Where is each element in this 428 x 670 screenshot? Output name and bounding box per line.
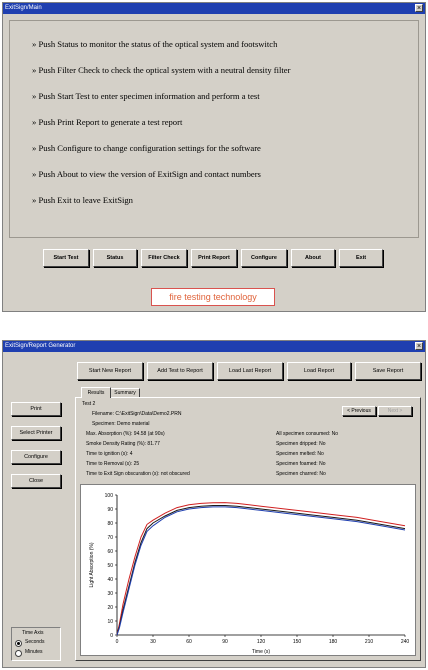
start-test-button[interactable]: Start Test	[43, 249, 89, 267]
x-tick-label: 90	[222, 639, 228, 645]
previous-button[interactable]: < Previous	[342, 406, 376, 416]
minutes-radio[interactable]	[15, 650, 22, 657]
charred-text: Specimen charred: No	[276, 471, 326, 477]
time-axis-title: Time Axis	[22, 630, 44, 636]
start-new-report-button[interactable]: Start New Report	[77, 362, 143, 380]
absorption-chart: 0 10 20 30 40 50 60 70 80 90 100 0 30 60 90 120 150 180 21…	[89, 493, 410, 655]
tab-summary-label: Summary	[114, 390, 136, 396]
tab-results-label: Results	[87, 390, 105, 396]
main-window-title: ExitSign/Main	[5, 5, 42, 11]
brand-text: fire testing technology	[169, 292, 257, 302]
select-printer-button[interactable]: Select Printer	[11, 426, 61, 440]
instruction-print-report: » Push Print Report to generate a test r…	[32, 117, 183, 127]
time-axis-minutes[interactable]: Minutes	[15, 649, 59, 657]
chart-frame: 0 10 20 30 40 50 60 70 80 90 100 0 30 60 90 120 150 180 21…	[80, 484, 416, 656]
configure-report-button[interactable]: Configure	[11, 450, 61, 464]
time-axis-seconds[interactable]: Seconds	[15, 639, 59, 647]
specimen-text: Specimen: Demo material	[92, 421, 150, 427]
status-button[interactable]: Status	[93, 249, 137, 267]
filter-check-button[interactable]: Filter Check	[141, 249, 187, 267]
close-icon[interactable]: ×	[415, 4, 423, 12]
x-tick-label: 120	[257, 639, 266, 645]
main-window-titlebar: ExitSign/Main ×	[3, 3, 425, 14]
report-window-titlebar: ExitSign/Report Generator ×	[3, 341, 425, 352]
x-axis-label: Time (s)	[252, 649, 270, 655]
seconds-label: Seconds	[25, 639, 45, 645]
brand-logo: fire testing technology	[151, 288, 275, 306]
y-tick-label: 0	[110, 633, 113, 639]
instructions-panel: » Push Status to monitor the status of t…	[9, 20, 419, 238]
y-tick-label: 60	[107, 549, 113, 555]
report-window: ExitSign/Report Generator × Start New Re…	[2, 340, 426, 668]
foamed-text: Specimen foamed: No	[276, 461, 326, 467]
y-tick-label: 90	[107, 507, 113, 513]
x-tick-label: 180	[329, 639, 338, 645]
y-tick-label: 80	[107, 521, 113, 527]
load-last-report-button[interactable]: Load Last Report	[217, 362, 283, 380]
print-report-button[interactable]: Print Report	[191, 249, 237, 267]
time-to-obscuration-text: Time to Exit Sign obscuration (s): not o…	[86, 471, 190, 477]
y-tick-label: 30	[107, 591, 113, 597]
add-test-to-report-button[interactable]: Add Test to Report	[147, 362, 213, 380]
main-button-bar: Start Test Status Filter Check Print Rep…	[43, 249, 383, 271]
tab-results[interactable]: Results	[81, 387, 111, 398]
load-report-button[interactable]: Load Report	[287, 362, 351, 380]
time-to-ignition-text: Time to ignition (s): 4	[86, 451, 133, 457]
test-name: Test 2	[82, 401, 96, 407]
main-window: ExitSign/Main × » Push Status to monitor…	[2, 2, 426, 312]
print-button[interactable]: Print	[11, 402, 61, 416]
instruction-start-test: » Push Start Test to enter specimen info…	[32, 91, 260, 101]
next-button: Next >	[378, 406, 412, 416]
about-button[interactable]: About	[291, 249, 335, 267]
y-tick-label: 70	[107, 535, 113, 541]
results-panel: Test 2 < Previous Next > Filename: C:\Ex…	[75, 397, 421, 661]
time-to-removal-text: Time to Removal (s): 25	[86, 461, 140, 467]
all-consumed-text: All specimen consumed: No	[276, 431, 338, 437]
y-tick-label: 10	[107, 619, 113, 625]
x-tick-label: 210	[365, 639, 374, 645]
x-tick-label: 0	[116, 639, 119, 645]
time-axis-box: Time Axis Seconds Minutes	[11, 627, 61, 661]
exit-button[interactable]: Exit	[339, 249, 383, 267]
close-button[interactable]: Close	[11, 474, 61, 488]
series-line-2	[116, 506, 406, 636]
instruction-status: » Push Status to monitor the status of t…	[32, 39, 278, 49]
y-tick-label: 100	[105, 493, 114, 499]
max-absorption-text: Max. Absorption (%): 94.58 (at 90s)	[86, 431, 165, 437]
configure-button[interactable]: Configure	[241, 249, 287, 267]
minutes-label: Minutes	[25, 649, 43, 655]
dripped-text: Specimen dripped: No	[276, 441, 326, 447]
instruction-exit: » Push Exit to leave ExitSign	[32, 195, 133, 205]
y-tick-label: 40	[107, 577, 113, 583]
y-axis-label: Light Absorption (%)	[89, 542, 95, 587]
melted-text: Specimen melted: No	[276, 451, 324, 457]
y-tick-label: 50	[107, 563, 113, 569]
report-window-title: ExitSign/Report Generator	[5, 343, 76, 349]
x-tick-label: 150	[293, 639, 302, 645]
smoke-density-text: Smoke Density Rating (%): 81.77	[86, 441, 160, 447]
y-tick-label: 20	[107, 605, 113, 611]
x-tick-label: 30	[150, 639, 156, 645]
instruction-configure: » Push Configure to change configuration…	[32, 143, 261, 153]
x-tick-label: 60	[186, 639, 192, 645]
instruction-about: » Push About to view the version of Exit…	[32, 169, 261, 179]
save-report-button[interactable]: Save Report	[355, 362, 421, 380]
seconds-radio-dot	[17, 642, 20, 645]
filename-text: Filename: C:\ExitSign\Data\Demo2.PRN	[92, 411, 182, 417]
close-icon[interactable]: ×	[415, 342, 423, 350]
x-tick-label: 240	[401, 639, 410, 645]
series-line-1	[116, 505, 406, 636]
instruction-filter-check: » Push Filter Check to check the optical…	[32, 65, 291, 75]
